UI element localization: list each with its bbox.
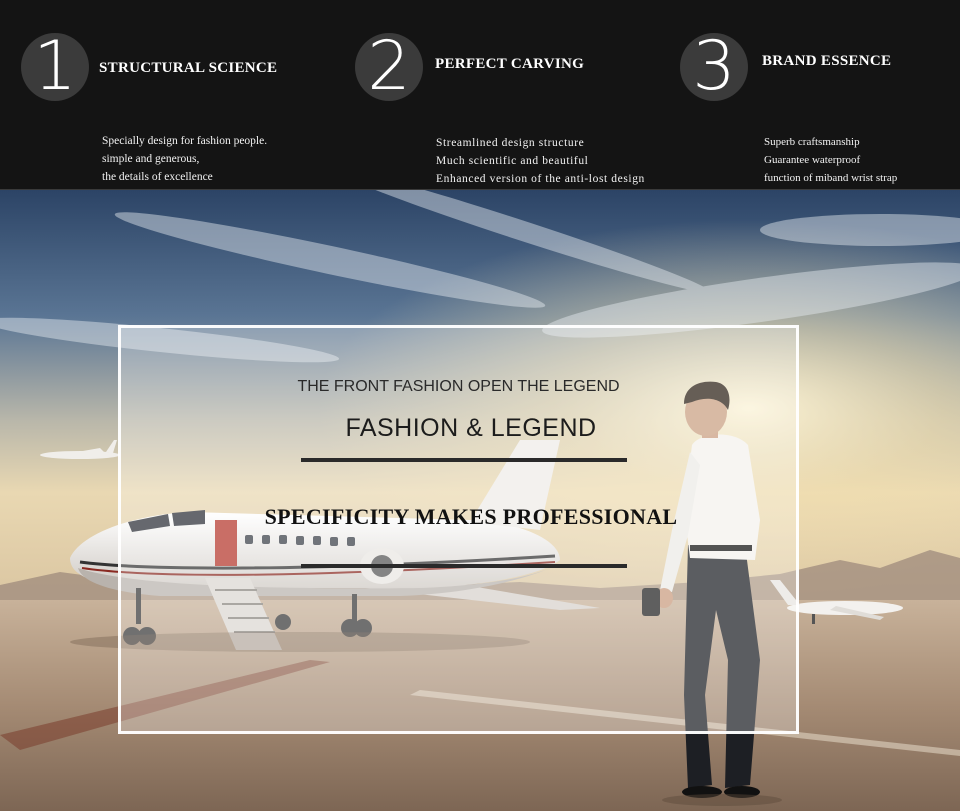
hero-banner: THE FRONT FASHION OPEN THE LEGEND FASHIO… [0,190,960,811]
feature-description: Specially design for fashion people. sim… [102,132,267,186]
hero-tagline: THE FRONT FASHION OPEN THE LEGEND [297,378,620,395]
slogan-frame: THE FRONT FASHION OPEN THE LEGEND FASHIO… [118,325,799,734]
feature-band: 1 STRUCTURAL SCIENCE Specially design fo… [0,0,960,190]
feature-description: Streamlined design structure Much scient… [436,134,645,188]
feature-line: Streamlined design structure [436,137,585,149]
feature-structural-science: 1 STRUCTURAL SCIENCE Specially design fo… [0,0,320,189]
feature-title: BRAND ESSENCE [762,53,892,69]
feature-line: function of miband wrist strap [764,172,898,184]
product-detail-page: 1 STRUCTURAL SCIENCE Specially design fo… [0,0,960,811]
divider-bar [301,564,627,568]
feature-line: Enhanced version of the anti-lost design [436,173,645,185]
hero-slogan: SPECIFICITY MAKES PROFESSIONAL [264,504,678,529]
feature-brand-essence: 3 BRAND ESSENCE Superb craftsmanship Gua… [665,0,960,189]
feature-number-badge: 2 [355,33,423,101]
hero-headline: FASHION & LEGEND [345,414,597,442]
feature-title: PERFECT CARVING [435,56,585,72]
feature-title: STRUCTURAL SCIENCE [99,60,278,76]
feature-line: Guarantee waterproof [764,154,861,166]
feature-number-badge: 1 [21,33,89,101]
feature-line: Superb craftsmanship [764,136,860,148]
feature-line: Specially design for fashion people. [102,135,268,147]
divider-bar [301,458,627,462]
feature-number-badge: 3 [680,33,748,101]
feature-perfect-carving: 2 PERFECT CARVING Streamlined design str… [330,0,660,189]
feature-line: the details of excellence [102,171,213,183]
feature-line: simple and generous, [102,153,200,165]
feature-line: Much scientific and beautiful [436,155,589,167]
feature-description: Superb craftsmanship Guarantee waterproo… [764,133,897,187]
